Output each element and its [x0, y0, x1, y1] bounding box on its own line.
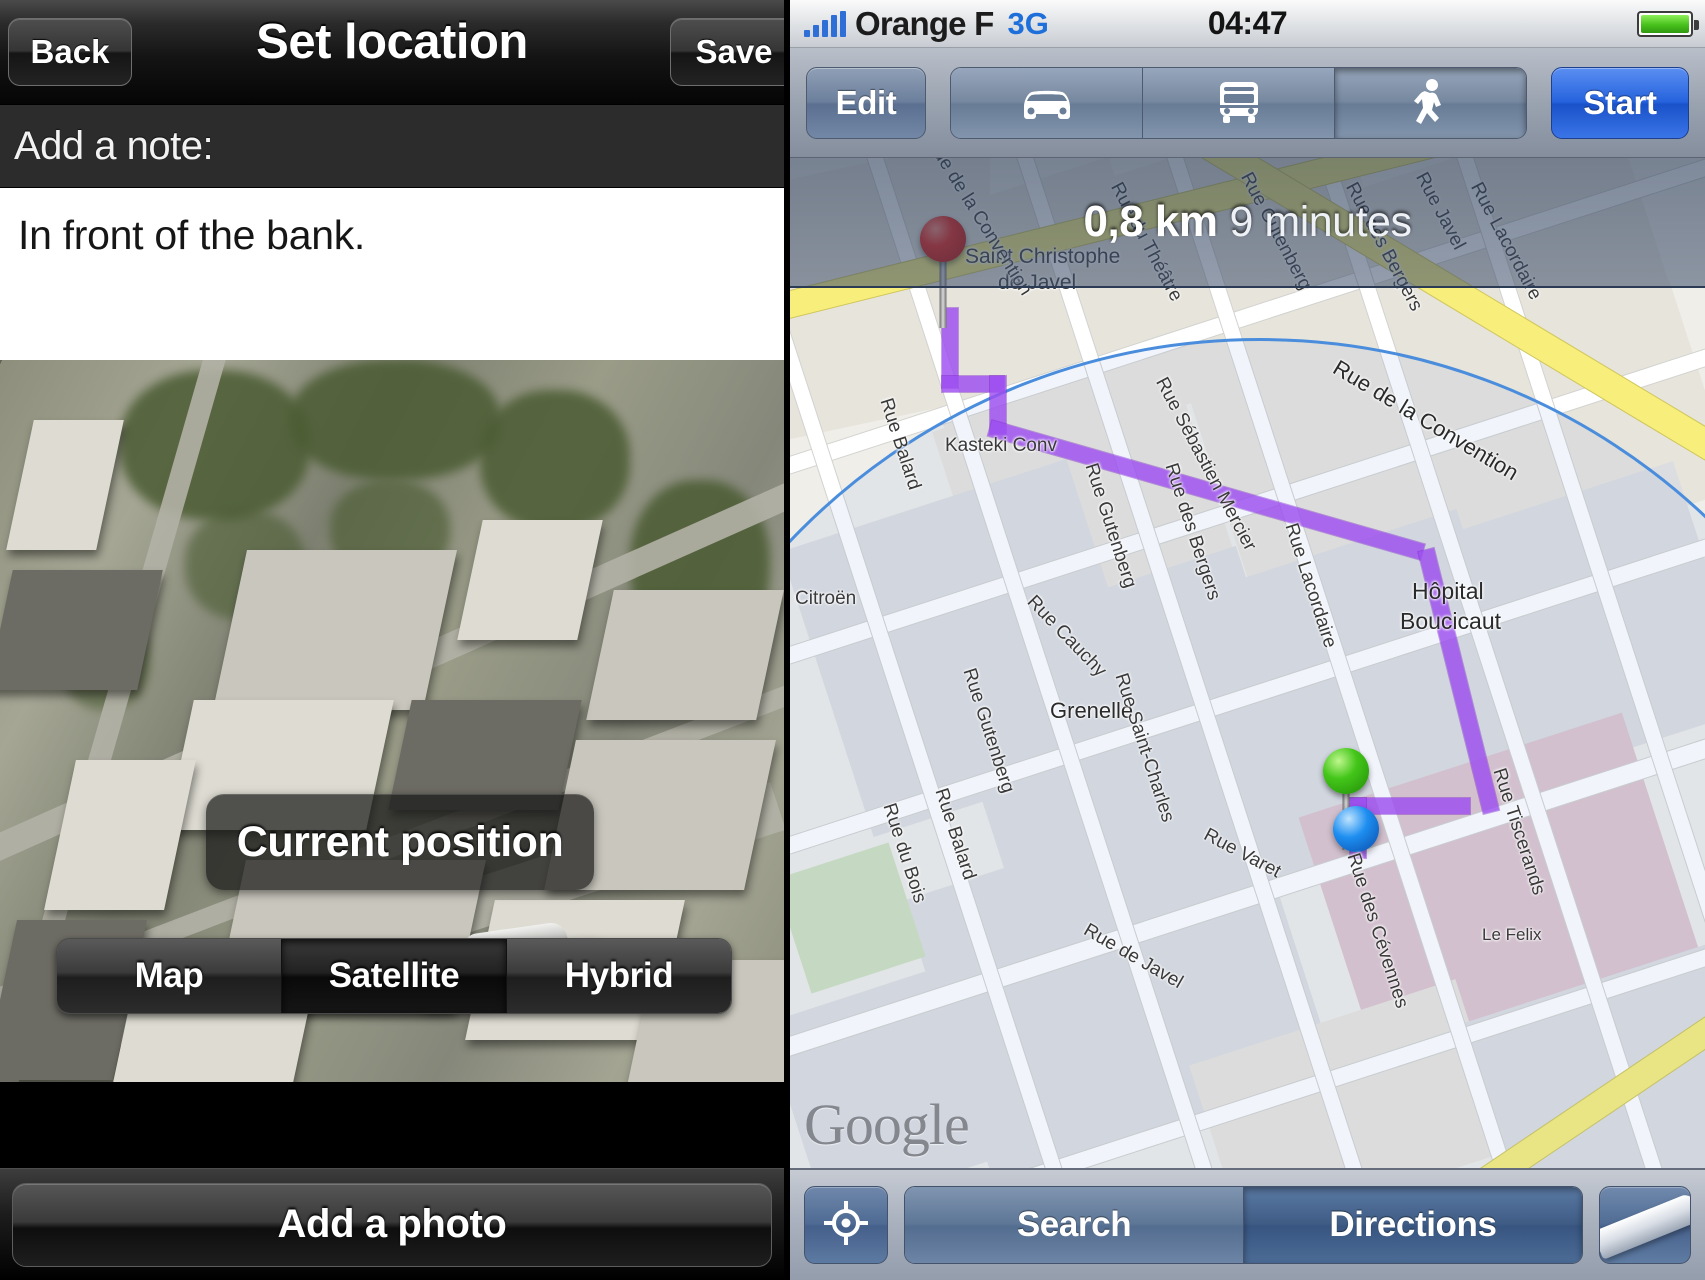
google-maps-app-panel: Orange F 3G 04:47 Edit Start Rue Balard … — [790, 0, 1705, 1280]
travel-mode-transit[interactable] — [1143, 67, 1335, 138]
current-position-callout: Current position — [206, 794, 594, 890]
walk-icon — [1411, 78, 1451, 128]
car-icon — [1014, 83, 1080, 123]
dual-screenshot-stage: Back Set location Save Add a note: In fr… — [0, 0, 1705, 1280]
add-photo-button[interactable]: Add a photo — [12, 1182, 772, 1267]
tab-directions[interactable]: Directions — [1244, 1187, 1582, 1263]
search-directions-segmented-control[interactable]: Search Directions — [904, 1186, 1583, 1264]
map-canvas[interactable]: Saint Christophede JavelRue de la Conven… — [790, 158, 1705, 1168]
note-section-header: Add a note: — [0, 105, 784, 188]
page-curl-icon — [1600, 1192, 1690, 1260]
map-street-label: Le Felix — [1482, 925, 1542, 944]
route-info-overlay: 0,8 km 9 minutes — [790, 158, 1705, 288]
map-type-hybrid[interactable]: Hybrid — [507, 939, 731, 1013]
status-bar: Orange F 3G 04:47 — [790, 0, 1705, 48]
travel-mode-segmented-control[interactable] — [950, 66, 1527, 139]
map-type-satellite[interactable]: Satellite — [282, 939, 507, 1013]
route-distance: 0,8 km — [1083, 197, 1218, 246]
crosshair-locate-icon — [823, 1200, 869, 1251]
locate-me-button[interactable] — [804, 1186, 888, 1264]
edit-button[interactable]: Edit — [806, 66, 926, 139]
map-street-label: Boucicaut — [1400, 608, 1502, 634]
note-input[interactable]: In front of the bank. — [0, 188, 784, 360]
current-location-blue-dot[interactable] — [1333, 806, 1379, 852]
map-type-segmented-control[interactable]: Map Satellite Hybrid — [56, 938, 732, 1014]
navigation-bar: Back Set location Save — [0, 0, 784, 105]
set-location-app-panel: Back Set location Save Add a note: In fr… — [0, 0, 784, 1280]
map-street-label: Hôpital — [1412, 578, 1484, 604]
note-input-value: In front of the bank. — [18, 212, 365, 258]
save-button[interactable]: Save — [670, 18, 784, 86]
map-street-label: Kasteki Conv — [945, 435, 1057, 456]
map-bottom-toolbar: Search Directions — [790, 1168, 1705, 1280]
map-type-map[interactable]: Map — [57, 939, 282, 1013]
google-watermark: Google — [804, 1092, 970, 1157]
clock-label: 04:47 — [1207, 5, 1288, 41]
battery-full-icon — [1637, 10, 1699, 37]
bus-icon — [1213, 80, 1265, 126]
directions-toolbar: Edit Start — [790, 48, 1705, 158]
tab-search[interactable]: Search — [905, 1187, 1244, 1263]
left-bottom-toolbar: Add a photo — [0, 1168, 784, 1280]
callout-label: Current position — [236, 817, 564, 866]
travel-mode-drive[interactable] — [951, 67, 1143, 138]
start-button[interactable]: Start — [1551, 66, 1689, 139]
page-curl-button[interactable] — [1599, 1186, 1691, 1264]
travel-mode-walk[interactable] — [1335, 67, 1526, 138]
map-street-label: Citroën — [795, 588, 857, 609]
page-title: Set location — [256, 15, 528, 69]
note-label: Add a note: — [14, 123, 214, 168]
satellite-map-view[interactable]: Current position Map Satellite Hybrid — [0, 360, 784, 1082]
walking-radius-circle — [790, 338, 1705, 1168]
route-duration: 9 minutes — [1229, 197, 1412, 246]
